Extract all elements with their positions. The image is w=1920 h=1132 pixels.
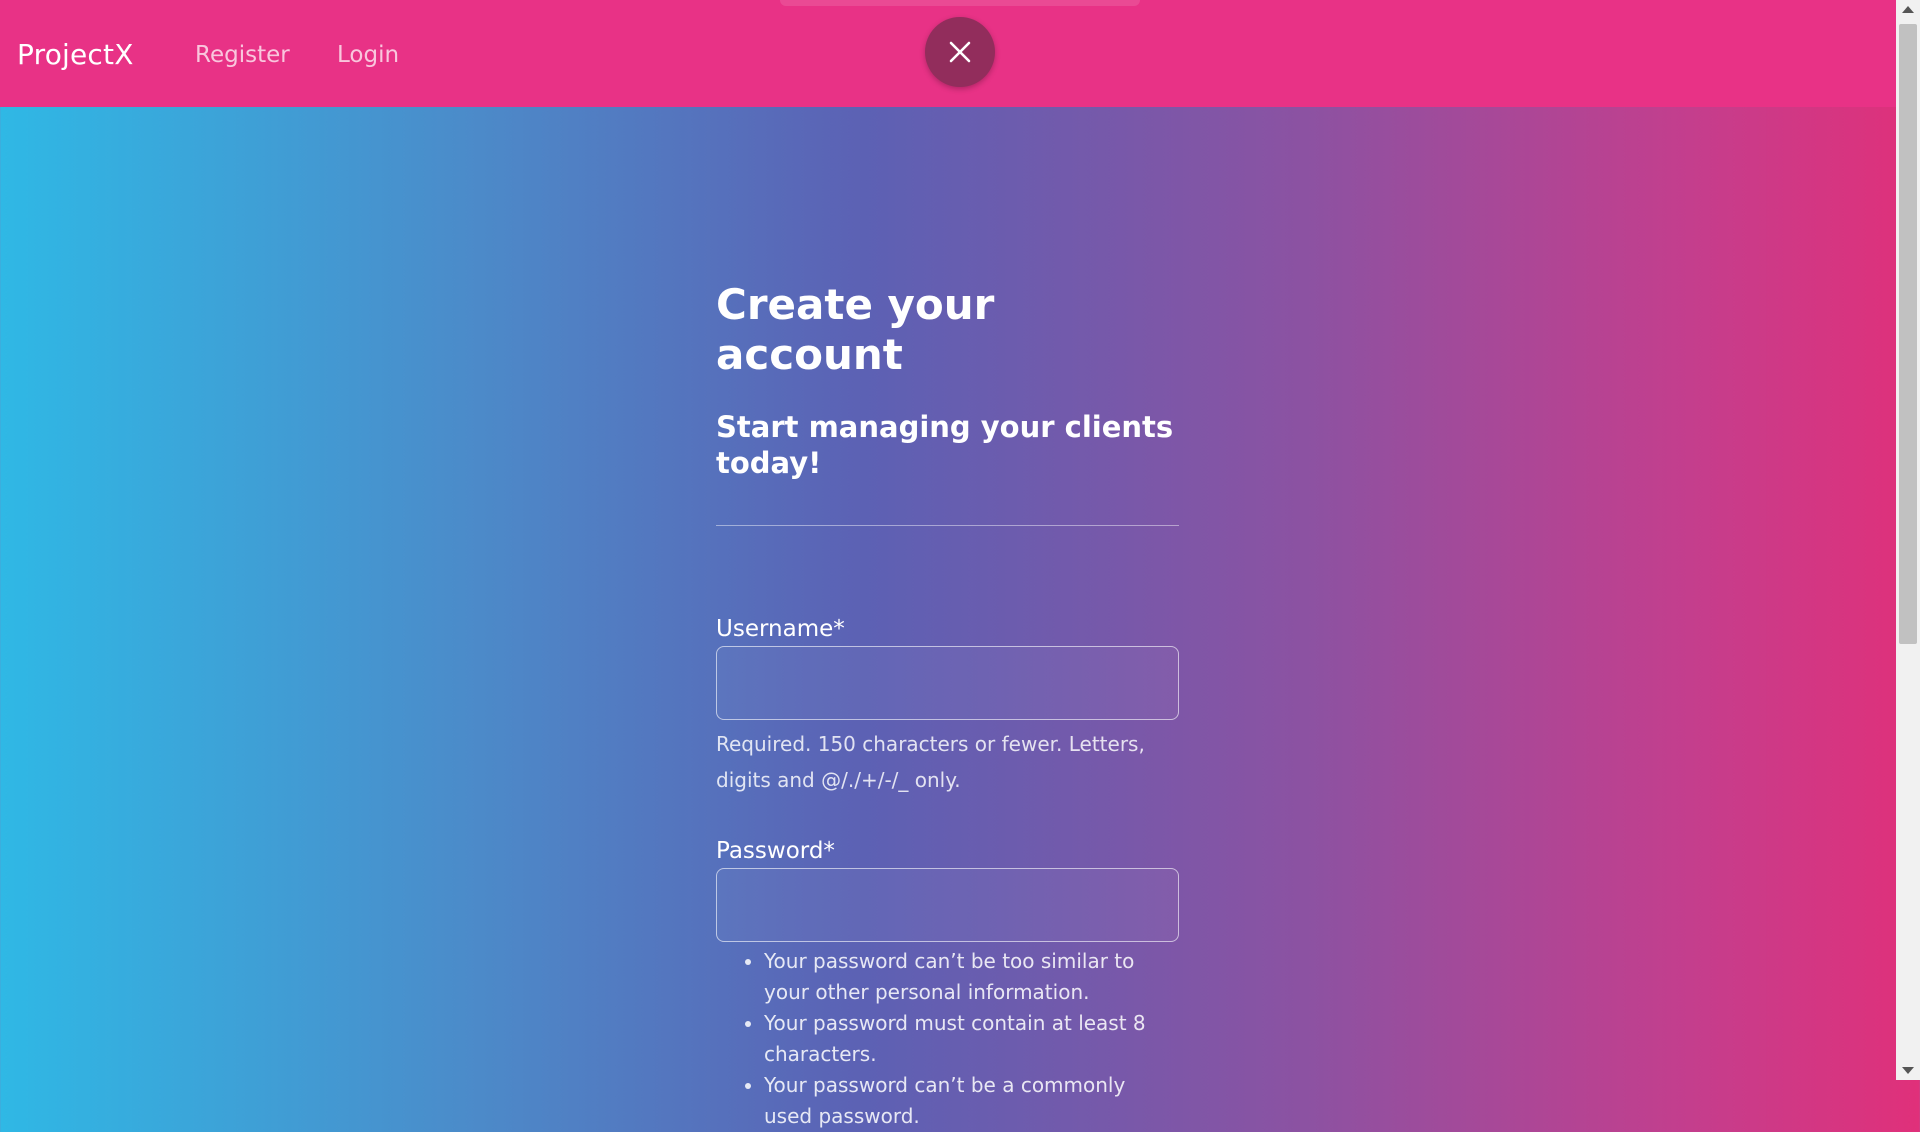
nav-link-register[interactable]: Register — [195, 42, 290, 68]
page-subtitle: Start managing your clients today! — [716, 409, 1174, 481]
close-icon — [949, 41, 971, 63]
form-divider — [716, 525, 1179, 527]
password-rule: Your password can’t be too similar to yo… — [764, 946, 1179, 1008]
top-navbar: ProjectX Register Login — [0, 0, 1896, 107]
register-form: Create your account Start managing your … — [716, 280, 1179, 1132]
username-help-text: Required. 150 characters or fewer. Lette… — [716, 732, 1145, 793]
navbar-top-tab — [780, 0, 1140, 6]
vertical-scrollbar[interactable] — [1896, 0, 1920, 1080]
nav-link-login[interactable]: Login — [337, 42, 399, 68]
password-rules-list: Your password can’t be too similar to yo… — [716, 946, 1179, 1132]
username-input[interactable] — [716, 646, 1179, 721]
username-label: Username* — [716, 616, 845, 643]
scroll-up-arrow-icon[interactable] — [1902, 6, 1914, 13]
close-button[interactable] — [925, 17, 995, 87]
scrollbar-thumb[interactable] — [1899, 24, 1917, 644]
password-label: Password* — [716, 838, 835, 865]
page-title: Create your account — [716, 280, 995, 380]
scroll-down-arrow-icon[interactable] — [1902, 1067, 1914, 1074]
password-rule: Your password must contain at least 8 ch… — [764, 1008, 1179, 1070]
brand-logo-link[interactable]: ProjectX — [17, 38, 134, 71]
password-input[interactable] — [716, 868, 1179, 943]
